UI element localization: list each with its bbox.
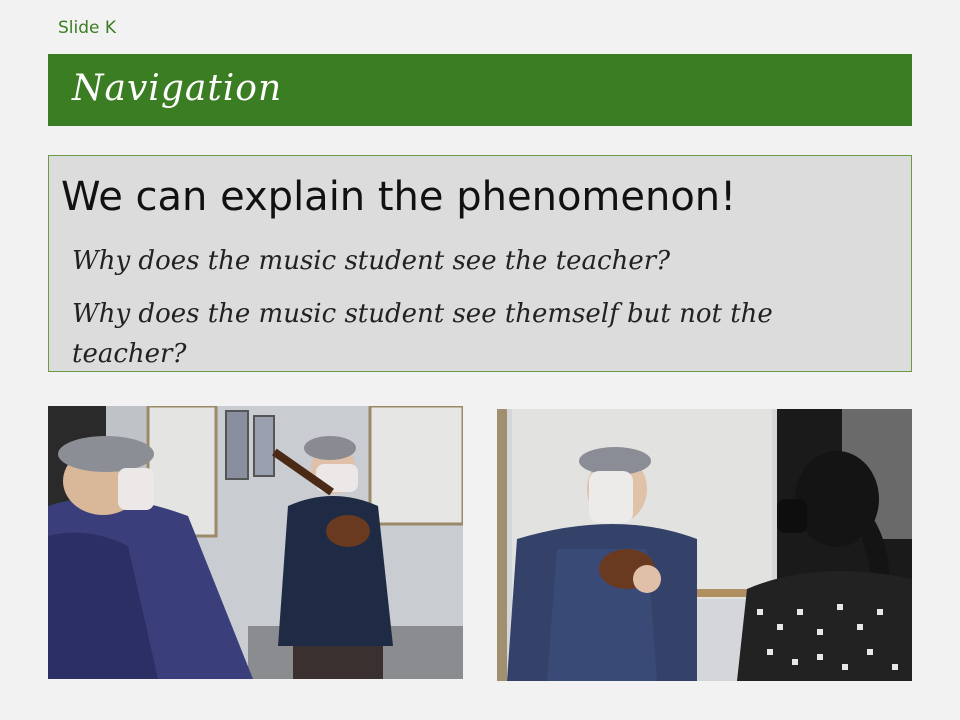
headline: We can explain the phenomenon! — [61, 174, 737, 220]
photo-student-ukulele-mirror — [48, 406, 463, 679]
question-1: Why does the music student see the teach… — [72, 246, 671, 276]
title-bar: Navigation — [48, 54, 912, 126]
question-2: Why does the music student see themself … — [72, 299, 773, 369]
slide-label: Slide K — [58, 18, 117, 38]
content-box: We can explain the phenomenon! Why does … — [48, 155, 912, 372]
photo-student-and-teacher-mirror — [497, 409, 912, 681]
slide-title: Navigation — [72, 68, 283, 109]
